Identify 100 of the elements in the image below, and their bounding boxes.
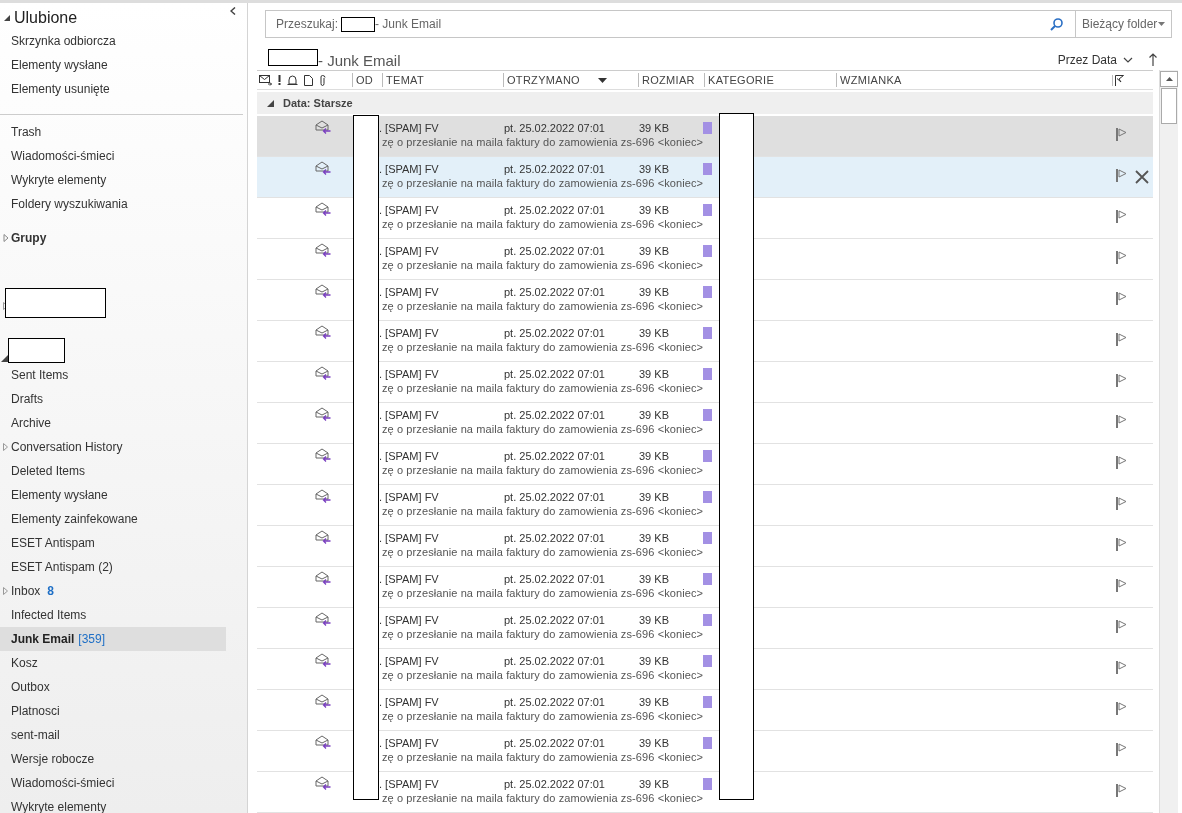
message-preview: zę o przesłanie na maila faktury do zamowienia zs-696 <koniec> [381,217,705,232]
folder-item[interactable]: sent-mail [0,723,226,747]
folder-item[interactable]: ESET Antispam [0,531,226,555]
message-row[interactable]: . [SPAM] FV pt. 25.02.2022 07:01 39 KB zę o przesłanie na maila faktury do zamowienia zs-696 <koniec> [257,157,1153,198]
folder-item[interactable]: Conversation History [0,435,226,459]
collapse-chevron-icon[interactable] [230,7,236,15]
folder-item[interactable]: Wersje robocze [0,747,226,771]
column-header[interactable]: ROZMIAR [638,73,704,87]
folder-label: Wykryte elementy [11,800,107,813]
group-label: Data: Starsze [283,97,353,109]
message-row[interactable]: . [SPAM] FV pt. 25.02.2022 07:01 39 KB zę o przesłanie na maila faktury do zamowienia zs-696 <koniec> [257,116,1153,157]
folder-item[interactable]: Archive [0,411,226,435]
folder-item[interactable]: Foldery wyszukiwania [0,192,226,216]
envelope-reply-icon [315,366,331,380]
redacted-block [8,338,65,363]
message-size: 39 KB [639,449,670,462]
expanded-triangle-icon[interactable] [1,355,8,362]
message-subject: . [SPAM] FV [379,326,440,339]
folder-item[interactable]: Elementy wysłane [0,483,226,507]
message-preview: zę o przesłanie na maila faktury do zamowienia zs-696 <koniec> [381,791,705,806]
paperclip-icon[interactable] [319,74,326,86]
item-count: 8 [47,584,55,598]
envelope-arrow-icon[interactable] [259,74,272,86]
envelope-reply-icon [315,161,331,175]
received-date: pt. 25.02.2022 07:01 [504,736,606,749]
column-header[interactable]: OD [352,73,382,87]
envelope-reply-icon [315,530,331,544]
column-header[interactable]: KATEGORIE [704,73,836,87]
message-preview: zę o przesłanie na maila faktury do zamowienia zs-696 <koniec> [381,299,705,314]
folder-item[interactable]: Deleted Items [0,459,226,483]
message-subject: . [SPAM] FV [379,449,440,462]
expanded-triangle-icon [267,99,274,107]
folder-item[interactable]: Platnosci [0,699,226,723]
bell-icon[interactable] [287,74,298,86]
folder-item[interactable]: ESET Antispam (2) [0,555,226,579]
column-header[interactable]: TEMAT [382,73,503,87]
folder-label: ESET Antispam (2) [11,560,113,574]
arrow-up-icon[interactable] [1149,53,1157,66]
scroll-up-arrow-icon[interactable] [1165,77,1173,81]
message-preview: zę o przesłanie na maila faktury do zamowienia zs-696 <koniec> [381,750,705,765]
sort-button[interactable]: Przez Data [1057,53,1133,67]
flag-icon[interactable] [1112,74,1124,86]
folder-item[interactable]: Kosz [0,651,226,675]
folder-item[interactable]: Infected Items [0,603,226,627]
folder-item[interactable]: Elementy zainfekowane [0,507,226,531]
column-header[interactable]: WZMIANKA [836,73,1112,87]
received-date: pt. 25.02.2022 07:01 [504,326,606,339]
message-preview: zę o przesłanie na maila faktury do zamowienia zs-696 <koniec> [381,627,705,642]
scrollbar[interactable] [1159,70,1178,813]
folder-item[interactable]: Trash [0,120,226,144]
envelope-reply-icon [315,407,331,421]
folder-label: Kosz [11,656,38,670]
favorite-folder[interactable]: Skrzynka odbiorcza [0,29,226,53]
folder-label: Wersje robocze [11,752,95,766]
envelope-reply-icon [315,448,331,462]
folder-item[interactable]: Inbox 8 [0,579,226,603]
message-size: 39 KB [639,654,670,667]
folder-label: sent-mail [11,728,60,742]
importance-icon[interactable] [278,75,281,85]
column-header[interactable]: OTRZYMANO [503,73,598,87]
groups-header[interactable]: Grupy [0,226,247,250]
message-subject: . [SPAM] FV [379,531,440,544]
favorites-header[interactable]: Ulubione [0,3,247,29]
message-subject: . [SPAM] FV [379,613,440,626]
folder-label: Outbox [11,680,50,694]
message-size: 39 KB [639,121,670,134]
document-icon[interactable] [304,74,313,86]
message-preview: zę o przesłanie na maila faktury do zamowienia zs-696 <koniec> [381,258,705,273]
folder-item[interactable]: Wykryte elementy [0,168,226,192]
favorite-folder[interactable]: Elementy wysłane [0,53,226,77]
folder-item[interactable]: Wykryte elementy [0,795,226,813]
received-date: pt. 25.02.2022 07:01 [504,203,606,216]
envelope-reply-icon [315,653,331,667]
close-icon[interactable] [1135,170,1149,184]
folder-label: Archive [11,416,51,430]
received-date: pt. 25.02.2022 07:01 [504,162,606,175]
folder-item[interactable]: Wiadomości-śmieci [0,771,226,795]
message-preview: zę o przesłanie na maila faktury do zamowienia zs-696 <koniec> [381,545,705,560]
folder-item[interactable]: Sent Items [0,363,226,387]
folder-item[interactable]: Drafts [0,387,226,411]
received-date: pt. 25.02.2022 07:01 [504,367,606,380]
envelope-reply-icon [315,284,331,298]
message-preview: zę o przesłanie na maila faktury do zamowienia zs-696 <koniec> [381,709,705,724]
message-size: 39 KB [639,367,670,380]
folder-item[interactable]: Wiadomości-śmieci [0,144,226,168]
folder-label: Drafts [11,392,43,406]
item-count: [359] [78,632,106,646]
expanded-triangle-icon [3,14,11,22]
received-date: pt. 25.02.2022 07:01 [504,449,606,462]
favorite-folder[interactable]: Elementy usunięte [0,77,226,101]
message-subject: . [SPAM] FV [379,777,440,790]
envelope-reply-icon [315,735,331,749]
message-subject: . [SPAM] FV [379,162,440,175]
redacted-block [268,49,318,66]
group-header[interactable]: Data: Starsze [257,92,1153,114]
folder-label: ESET Antispam [11,536,95,550]
folder-item[interactable]: Outbox [0,675,226,699]
scrollbar-thumb[interactable] [1161,88,1177,124]
folder-item[interactable]: Junk Email [359] [0,627,226,651]
folder-label: Inbox [11,584,41,598]
